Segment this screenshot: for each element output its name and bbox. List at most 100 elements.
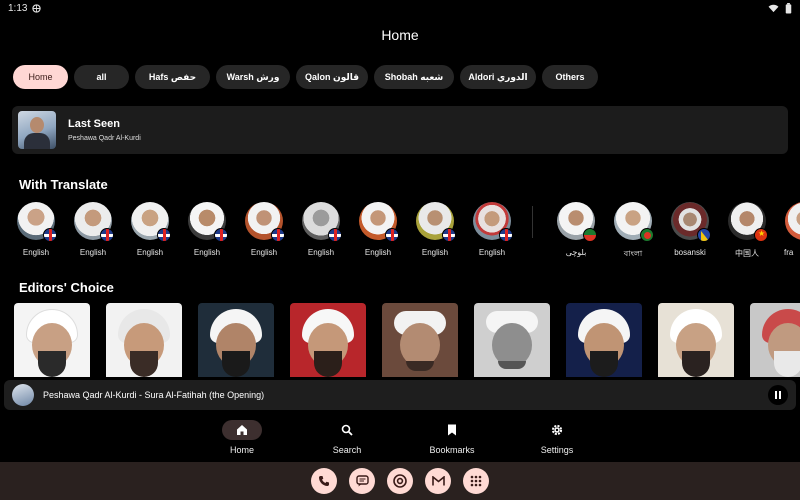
- reciter-label: English: [79, 248, 107, 257]
- section-title-with-translate: With Translate: [19, 177, 108, 192]
- reciter-label: English: [136, 248, 164, 257]
- nav-search-label: Search: [332, 445, 362, 455]
- editor-card[interactable]: [106, 303, 182, 377]
- pause-icon: [775, 391, 777, 399]
- editor-card[interactable]: [750, 303, 800, 377]
- uk-flag-icon: [43, 228, 57, 242]
- chip-aldori[interactable]: Aldori الدوري: [460, 65, 536, 89]
- reciter-avatar: [557, 202, 597, 242]
- list-divider: [532, 206, 533, 238]
- reciter-label: English: [478, 248, 506, 257]
- nav-bookmarks-label: Bookmarks: [429, 445, 475, 455]
- phone-icon[interactable]: [311, 468, 337, 494]
- uk-flag-icon: [157, 228, 171, 242]
- uk-flag-icon: [499, 228, 513, 242]
- reciter-item[interactable]: বাংলা: [613, 202, 654, 261]
- page-title: Home: [381, 27, 419, 43]
- status-time: 1:13: [8, 2, 28, 14]
- reciter-avatar: [728, 202, 768, 242]
- wifi-icon: [768, 4, 779, 13]
- reciter-avatar: [188, 202, 228, 242]
- reciter-item[interactable]: 中国人: [727, 202, 768, 259]
- nav-settings-label: Settings: [540, 445, 574, 455]
- bookmark-icon: [448, 424, 456, 436]
- editor-card[interactable]: [198, 303, 274, 377]
- mini-player[interactable]: Peshawa Qadr Al-Kurdi - Sura Al-Fatihah …: [4, 380, 796, 410]
- reciter-item[interactable]: English: [244, 202, 285, 257]
- uk-flag-icon: [442, 228, 456, 242]
- last-seen-card[interactable]: Last Seen Peshawa Qadr Al-Kurdi: [12, 106, 788, 154]
- reciter-label: English: [364, 248, 392, 257]
- reciter-item[interactable]: bosanski: [670, 202, 711, 257]
- search-icon: [341, 424, 353, 436]
- chrome-icon[interactable]: [387, 468, 413, 494]
- reciter-item[interactable]: English: [358, 202, 399, 257]
- china-flag-icon: [754, 228, 768, 242]
- reciter-item[interactable]: English: [16, 202, 57, 257]
- mini-player-thumbnail: [12, 384, 34, 406]
- with-translate-list: English English English English English …: [16, 202, 800, 262]
- reciter-avatar: [17, 202, 57, 242]
- chip-warsh[interactable]: Warsh ورش: [216, 65, 290, 89]
- last-seen-thumbnail: [18, 111, 56, 149]
- filter-chips: Home all Hafs حفص Warsh ورش Qalon قالون …: [13, 65, 598, 89]
- reciter-item[interactable]: English: [73, 202, 114, 257]
- editor-card[interactable]: [14, 303, 90, 377]
- nav-bookmarks[interactable]: Bookmarks: [422, 420, 482, 455]
- reciter-item[interactable]: English: [472, 202, 513, 257]
- chip-all[interactable]: all: [74, 65, 129, 89]
- editor-card[interactable]: [658, 303, 734, 377]
- reciter-item[interactable]: English: [415, 202, 456, 257]
- chip-hafs[interactable]: Hafs حفص: [135, 65, 210, 89]
- bangladesh-flag-icon: [640, 228, 654, 242]
- reciter-avatar: [359, 202, 399, 242]
- bottom-navigation: Home Search Bookmarks Settings: [0, 414, 800, 460]
- reciter-avatar: [671, 202, 711, 242]
- editors-choice-list: [14, 303, 800, 377]
- chip-others[interactable]: Others: [542, 65, 598, 89]
- gear-icon: [551, 424, 563, 436]
- reciter-item[interactable]: English: [130, 202, 171, 257]
- reciter-label: بلوچی: [565, 248, 587, 257]
- gmail-icon[interactable]: [425, 468, 451, 494]
- nav-home[interactable]: Home: [212, 420, 272, 455]
- messages-icon[interactable]: [349, 468, 375, 494]
- uk-flag-icon: [100, 228, 114, 242]
- reciter-avatar: [473, 202, 513, 242]
- chip-home[interactable]: Home: [13, 65, 68, 89]
- reciter-item[interactable]: English: [187, 202, 228, 257]
- chip-qalon[interactable]: Qalon قالون: [296, 65, 368, 89]
- editor-card[interactable]: [566, 303, 642, 377]
- reciter-label: 中国人: [735, 249, 759, 258]
- last-seen-title: Last Seen: [68, 118, 120, 130]
- flag-icon: [583, 228, 597, 242]
- chip-shobah[interactable]: Shobah شعبه: [374, 65, 454, 89]
- uk-flag-icon: [385, 228, 399, 242]
- reciter-item[interactable]: بلوچی: [556, 202, 597, 257]
- editor-card[interactable]: [382, 303, 458, 377]
- reciter-item[interactable]: fra: [784, 202, 800, 257]
- battery-icon: [785, 2, 792, 14]
- reciter-avatar: [302, 202, 342, 242]
- uk-flag-icon: [214, 228, 228, 242]
- reciter-item[interactable]: English: [301, 202, 342, 257]
- reciter-label: English: [250, 248, 278, 257]
- nav-search[interactable]: Search: [317, 420, 377, 455]
- reciter-label: English: [22, 248, 50, 257]
- pause-button[interactable]: [768, 385, 788, 405]
- now-playing-text: Peshawa Qadr Al-Kurdi - Sura Al-Fatihah …: [43, 390, 265, 400]
- reciter-label: English: [307, 248, 335, 257]
- last-seen-subtitle: Peshawa Qadr Al-Kurdi: [68, 135, 141, 142]
- editor-card[interactable]: [474, 303, 550, 377]
- nav-settings[interactable]: Settings: [527, 420, 587, 455]
- reciter-avatar: [74, 202, 114, 242]
- editor-card[interactable]: [290, 303, 366, 377]
- reciter-avatar: [785, 202, 800, 240]
- reciter-label: English: [193, 248, 221, 257]
- reciter-label: fra: [784, 248, 794, 257]
- status-app-icon: [32, 3, 42, 13]
- reciter-label: bosanski: [674, 248, 706, 257]
- reciter-label: English: [421, 248, 449, 257]
- system-dock: [0, 462, 800, 500]
- apps-icon[interactable]: [463, 468, 489, 494]
